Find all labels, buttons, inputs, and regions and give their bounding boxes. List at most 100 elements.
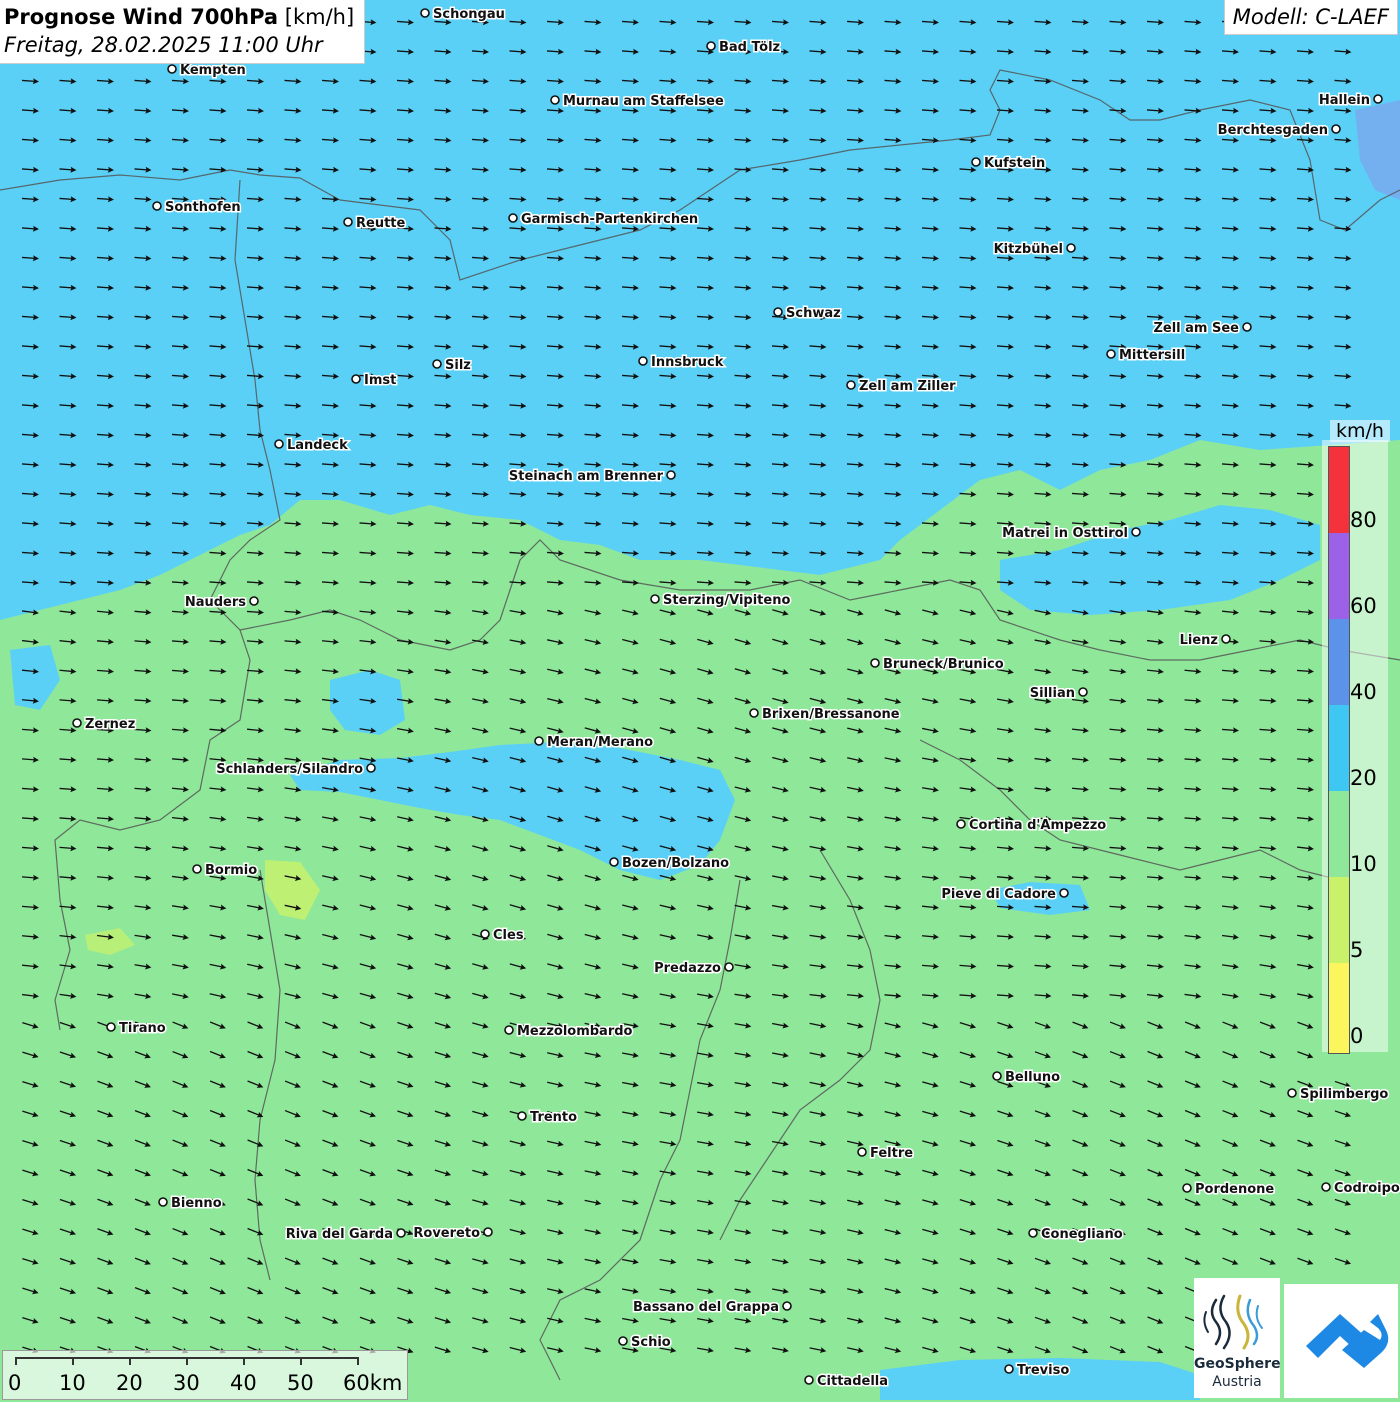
city-label: Conegliano <box>1041 1227 1123 1242</box>
city-dot <box>420 8 430 18</box>
map-title-unit: [km/h] <box>284 5 355 29</box>
city-label: Zell am See <box>1153 321 1239 336</box>
city-label: Landeck <box>287 438 348 453</box>
city-marker: Cittadella <box>804 1373 890 1391</box>
city-dot <box>483 1227 493 1237</box>
city-marker: Sterzing/Vipiteno <box>650 592 792 610</box>
city-marker: Pordenone <box>1182 1181 1276 1199</box>
city-dot <box>343 217 353 227</box>
city-dot <box>550 95 560 105</box>
city-label: Pieve di Cadore <box>941 887 1056 902</box>
city-marker: Schlanders/Silandro <box>215 761 376 779</box>
city-label: Imst <box>364 373 396 388</box>
city-marker: Pieve di Cadore <box>940 886 1069 904</box>
city-label: Riva del Garda <box>286 1227 393 1242</box>
scale-label-0: 0 <box>8 1371 22 1395</box>
city-label: Mezzolombardo <box>517 1024 633 1039</box>
scale-tick <box>15 1357 17 1365</box>
city-dot <box>152 201 162 211</box>
city-label: Zernez <box>85 717 135 732</box>
city-dot <box>857 1147 867 1157</box>
scale-bar: 0 10 20 30 40 50 60km <box>2 1350 408 1400</box>
city-marker: Garmisch-Partenkirchen <box>508 211 700 229</box>
city-marker: Kempten <box>167 62 247 80</box>
geosphere-emblem-icon <box>1203 1294 1263 1350</box>
city-dot <box>504 1025 514 1035</box>
city-label: Bozen/Bolzano <box>622 856 729 871</box>
scale-label-20: 20 <box>116 1371 143 1395</box>
city-dot <box>1221 634 1231 644</box>
city-label: Matrei in Osttirol <box>1002 526 1128 541</box>
map-title-main: Prognose Wind 700hPa <box>4 5 279 29</box>
city-marker: Spilimbergo <box>1287 1086 1390 1104</box>
city-dot <box>1028 1228 1038 1238</box>
city-dot <box>167 64 177 74</box>
geosphere-subtitle: Austria <box>1212 1374 1262 1390</box>
scale-tick <box>300 1357 302 1365</box>
city-dot <box>956 819 966 829</box>
city-label: Rovereto <box>413 1226 480 1241</box>
city-marker: Zell am Ziller <box>846 378 958 396</box>
wind-map[interactable]: Schongau Bad Tölz Kempten Murnau am Staffel… <box>0 0 1400 1400</box>
city-dot <box>158 1197 168 1207</box>
city-dot <box>992 1071 1002 1081</box>
scale-label-30: 30 <box>173 1371 200 1395</box>
legend-label-40: 40 <box>1350 680 1377 704</box>
city-label: Schio <box>631 1335 671 1350</box>
city-dot <box>1078 687 1088 697</box>
city-dot <box>1059 888 1069 898</box>
city-marker: Bruneck/Brunico <box>870 656 1005 674</box>
city-dot <box>1004 1364 1014 1374</box>
city-marker: Bassano del Grappa <box>632 1299 792 1317</box>
city-dot <box>1373 94 1383 104</box>
city-label: Sillian <box>1030 686 1075 701</box>
scale-tick <box>243 1357 245 1365</box>
scale-label-50: 50 <box>287 1371 314 1395</box>
city-marker: Schongau <box>420 6 506 24</box>
city-dot <box>534 736 544 746</box>
city-label: Pordenone <box>1195 1182 1274 1197</box>
city-marker: Meran/Merano <box>534 734 655 752</box>
legend-segment-10-20 <box>1329 791 1349 877</box>
city-label: Steinach am Brenner <box>509 469 664 484</box>
city-dot <box>480 929 490 939</box>
legend-segment-0-5 <box>1329 963 1349 1053</box>
scale-label-60km: 60km <box>343 1371 403 1395</box>
city-marker: Berchtesgaden <box>1216 122 1341 140</box>
city-dot <box>1321 1182 1331 1192</box>
city-dot <box>773 307 783 317</box>
city-label: Brixen/Bressanone <box>762 707 900 722</box>
city-label: Schlanders/Silandro <box>216 762 363 777</box>
city-marker: Conegliano <box>1028 1226 1124 1244</box>
weather-app-logo[interactable] <box>1284 1284 1398 1398</box>
city-dot <box>72 718 82 728</box>
city-dot <box>351 374 361 384</box>
city-dot <box>396 1228 406 1238</box>
city-label: Nauders <box>185 595 246 610</box>
city-dot <box>1066 243 1076 253</box>
city-dot <box>508 213 518 223</box>
forecast-datetime: Freitag, 28.02.2025 11:00 Uhr <box>4 33 323 57</box>
city-marker: Steinach am Brenner <box>507 468 676 486</box>
weather-app-icon <box>1306 1314 1389 1368</box>
legend-segment-5-10 <box>1329 877 1349 963</box>
city-marker: Cortina d'Ampezzo <box>956 817 1108 835</box>
city-label: Sonthofen <box>165 200 241 215</box>
city-label: Codroipo <box>1334 1181 1400 1196</box>
city-label: Predazzo <box>654 961 721 976</box>
city-label: Garmisch-Partenkirchen <box>521 212 698 227</box>
city-dot <box>1331 124 1341 134</box>
city-label: Mittersill <box>1119 348 1185 363</box>
city-dot <box>1182 1183 1192 1193</box>
city-label: Meran/Merano <box>547 735 653 750</box>
city-label: Silz <box>445 358 471 373</box>
city-label: Murnau am Staffelsee <box>563 94 724 109</box>
city-dot <box>618 1336 628 1346</box>
city-label: Innsbruck <box>651 355 724 370</box>
geosphere-logo[interactable]: GeoSphere Austria <box>1194 1278 1281 1398</box>
city-dot <box>870 658 880 668</box>
city-label: Treviso <box>1017 1363 1069 1378</box>
map-title-box: Prognose Wind 700hPa [km/h] Freitag, 28.… <box>0 0 366 64</box>
city-dot <box>249 596 259 606</box>
city-marker: Riva del Garda <box>284 1226 406 1244</box>
